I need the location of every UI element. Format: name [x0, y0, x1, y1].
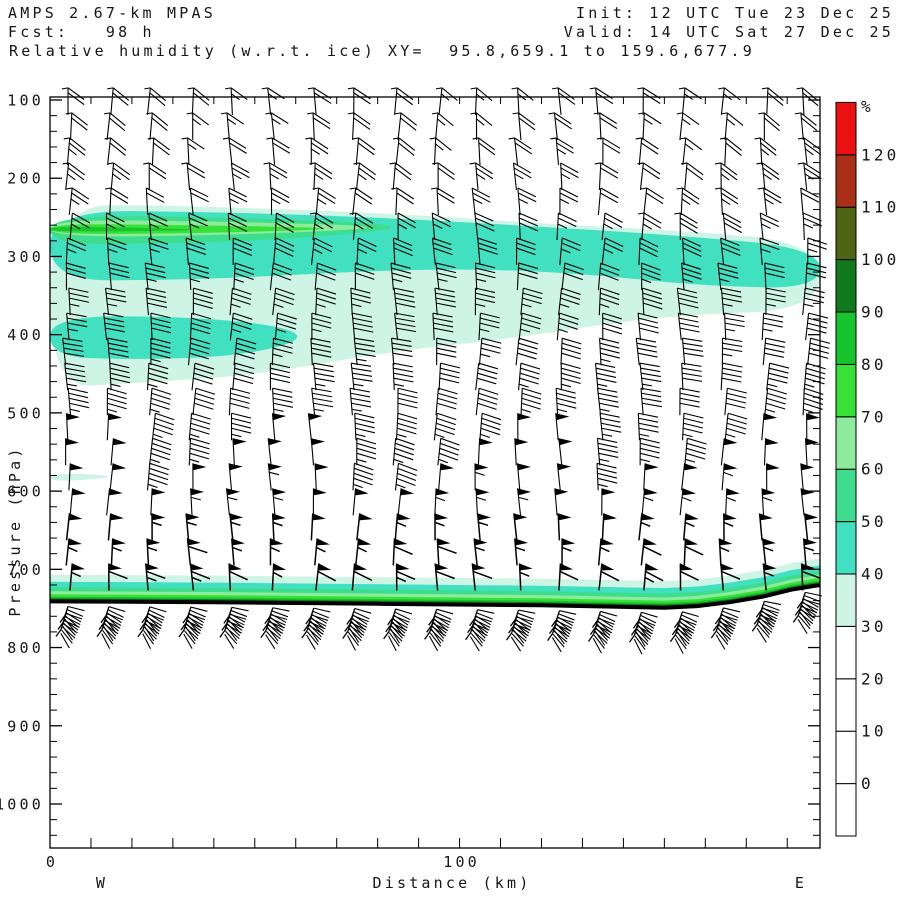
colorbar-label: 60: [861, 460, 887, 479]
wind-barb-column: [301, 87, 337, 650]
colorbar-segment: [835, 311, 857, 365]
colorbar-segment: [835, 363, 857, 418]
x-tick-label: 100: [443, 853, 480, 871]
x-tick-label: 0: [46, 853, 58, 871]
colorbar-segment: [835, 416, 857, 470]
wind-barb-column: [587, 87, 624, 654]
colorbar-segment: [835, 783, 857, 837]
wind-barb-column: [792, 87, 830, 634]
colorbar-label: 30: [861, 617, 887, 636]
colorbar-segment: [835, 573, 857, 627]
y-tick-label: 100: [7, 92, 44, 110]
colorbar-segment: [835, 101, 857, 156]
humidity-band-30: [50, 473, 109, 481]
y-axis-title: Pressure (hPa): [6, 445, 24, 617]
colorbar-segment: [835, 678, 857, 732]
colorbar-label: 90: [861, 303, 887, 322]
valid-time: Valid: 14 UTC Sat 27 Dec 25: [563, 23, 894, 41]
y-tick-label: 800: [7, 639, 44, 657]
weather-cross-section-page: 10020030040050060070080090010000100 0102…: [0, 0, 900, 900]
colorbar-label: 40: [861, 565, 887, 584]
colorbar-segment: [835, 521, 857, 575]
wind-barb-column: [546, 87, 584, 653]
colorbar-segment: [835, 730, 857, 785]
colorbar-segment: [835, 625, 857, 680]
wind-barb-column: [383, 87, 418, 652]
init-time: Init: 12 UTC Tue 23 Dec 25: [576, 4, 894, 22]
wind-barb-column: [628, 87, 664, 655]
colorbar-unit: %: [861, 97, 874, 116]
y-tick-label: 900: [7, 717, 44, 735]
xy-extent: XY= 95.8,659.1 to 159.6,677.9: [388, 42, 755, 60]
colorbar-label: 70: [861, 407, 887, 426]
y-tick-label: 1000: [0, 796, 44, 814]
wind-barb-column: [751, 87, 790, 643]
colorbar-label: 50: [861, 512, 887, 531]
east-end-label: E: [794, 874, 808, 892]
colorbar-label: 0: [861, 774, 874, 793]
cross-section-svg: 10020030040050060070080090010000100 0102…: [0, 87, 900, 871]
model-title: AMPS 2.67-km MPAS: [8, 4, 216, 22]
wind-barb-column: [506, 87, 543, 652]
colorbar-label: 80: [861, 355, 887, 374]
wind-barb-column: [342, 87, 377, 651]
colorbar-label: 20: [861, 669, 887, 688]
colorbar-segment: [835, 206, 857, 261]
colorbar-label: 100: [861, 250, 900, 269]
y-tick-label: 500: [7, 404, 44, 422]
forecast-hour: Fcst: 98 h: [8, 23, 155, 41]
y-tick-label: 200: [7, 170, 44, 188]
colorbar: 0 10 20 30 40 50 60 70 80 90 100 110 120%: [835, 97, 900, 837]
colorbar-segment: [835, 259, 857, 313]
wind-barb-column: [465, 87, 502, 652]
colorbar-segment: [835, 468, 857, 523]
field-title: Relative humidity (w.r.t. ice): [9, 42, 376, 60]
y-tick-label: 400: [7, 326, 44, 344]
colorbar-segment: [835, 154, 857, 208]
west-end-label: W: [95, 874, 109, 892]
wind-barb-column: [669, 87, 707, 654]
wind-barb-column: [710, 87, 748, 650]
wind-barb-column: [424, 87, 461, 652]
colorbar-label: 110: [861, 198, 900, 217]
y-tick-label: 300: [7, 248, 44, 266]
humidity-shaded-bands: [50, 205, 820, 481]
colorbar-label: 10: [861, 722, 887, 741]
colorbar-label: 120: [861, 145, 900, 164]
x-axis-title: Distance (km): [372, 874, 532, 892]
